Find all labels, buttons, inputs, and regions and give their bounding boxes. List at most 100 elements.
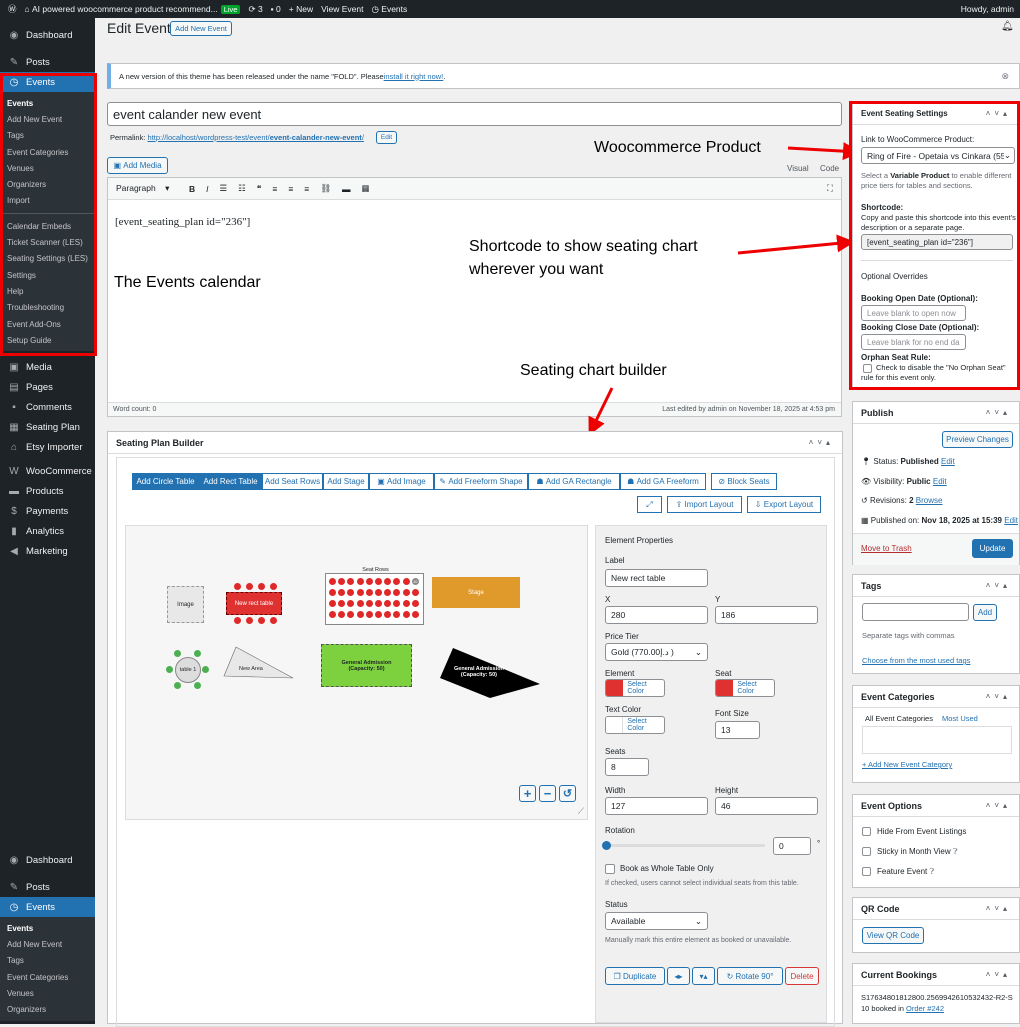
add-new-event-button[interactable]: Add New Event bbox=[170, 21, 232, 36]
edit-status-link[interactable]: Edit bbox=[941, 457, 955, 466]
order-link[interactable]: Order #242 bbox=[906, 1004, 944, 1013]
add-ga-rectangle-button[interactable]: ☗ Add GA Rectangle bbox=[528, 473, 620, 490]
menu-seating-plan[interactable]: ▦ Seating Plan bbox=[0, 417, 95, 437]
menu-pages[interactable]: ▤ Pages bbox=[0, 377, 95, 397]
submenu-item[interactable]: Seating Settings (LES) bbox=[0, 251, 95, 267]
menu-marketing[interactable]: ◀ Marketing bbox=[0, 541, 95, 561]
menu-woocommerce[interactable]: W WooCommerce bbox=[0, 461, 95, 481]
add-category-link[interactable]: + Add New Event Category bbox=[862, 760, 952, 769]
menu-analytics[interactable]: ▮ Analytics bbox=[0, 521, 95, 541]
sticky-checkbox[interactable] bbox=[862, 847, 871, 856]
notification-bell-icon[interactable]: 🔔︎ bbox=[1001, 21, 1014, 32]
add-seat-rows-button[interactable]: Add Seat Rows bbox=[262, 473, 323, 490]
edit-visibility-link[interactable]: Edit bbox=[933, 477, 947, 486]
import-layout-button[interactable]: ⇪ Import Layout bbox=[667, 496, 742, 513]
wordpress-logo-icon[interactable]: Ⓦ bbox=[8, 3, 17, 15]
help-icon[interactable]: ❓︎ bbox=[953, 847, 958, 856]
submenu-item[interactable]: Settings bbox=[0, 267, 95, 283]
submenu-item[interactable]: Add New Event bbox=[0, 936, 95, 952]
bold-icon[interactable]: B bbox=[189, 184, 195, 194]
feature-checkbox[interactable] bbox=[862, 867, 871, 876]
panel-arrows-icon[interactable]: ˄˅▴ bbox=[986, 904, 1011, 913]
submenu-item[interactable]: Event Add-Ons bbox=[0, 316, 95, 332]
comments-link[interactable]: ▪ 0 bbox=[271, 4, 281, 14]
product-select[interactable]: Ring of Fire - Opetaia vs Cinkara (55 ⌄ bbox=[861, 147, 1015, 164]
submenu-item[interactable]: Add New Event bbox=[0, 111, 95, 127]
slider-thumb[interactable] bbox=[602, 841, 611, 850]
add-ga-freeform-button[interactable]: ☗ Add GA Freeform bbox=[620, 473, 706, 490]
submenu-item[interactable]: Event Categories bbox=[0, 969, 95, 985]
y-input[interactable]: 186 bbox=[715, 606, 818, 624]
status-select[interactable]: Available ⌄ bbox=[605, 912, 708, 930]
close-date-input[interactable]: Leave blank for no end da bbox=[861, 334, 966, 350]
submenu-item[interactable]: Troubleshooting bbox=[0, 300, 95, 316]
delete-button[interactable]: Delete bbox=[785, 967, 819, 985]
panel-arrows-icon[interactable]: ˄˅▴ bbox=[986, 801, 1011, 810]
menu-comments[interactable]: ▪ Comments bbox=[0, 397, 95, 417]
submenu-item[interactable]: Help bbox=[0, 283, 95, 299]
panel-arrows-icon[interactable]: ˄˅▴ bbox=[986, 581, 1011, 590]
site-name-link[interactable]: ⌂ AI powered woocommerce product recomme… bbox=[25, 4, 241, 14]
seating-canvas[interactable]: Image New rect table Seat Rows 10 Stage … bbox=[125, 525, 588, 820]
menu-posts-duplicate[interactable]: ✎ Posts bbox=[0, 877, 95, 897]
howdy-link[interactable]: Howdy, admin bbox=[961, 4, 1014, 14]
flip-vertical-button[interactable]: ▾▴ bbox=[692, 967, 715, 985]
panel-arrows-icon[interactable]: ˄˅▴ bbox=[986, 109, 1011, 118]
reset-view-button[interactable]: ↺ bbox=[559, 785, 576, 802]
menu-dashboard-duplicate[interactable]: ◉ Dashboard bbox=[0, 850, 95, 870]
menu-payments[interactable]: $ Payments bbox=[0, 501, 95, 521]
label-input[interactable]: New rect table bbox=[605, 569, 708, 587]
panel-arrows-icon[interactable]: ˄˅▴ bbox=[809, 438, 834, 447]
permalink-edit-button[interactable]: Edit bbox=[376, 131, 397, 144]
font-size-input[interactable]: 13 bbox=[715, 721, 760, 739]
panel-arrows-icon[interactable]: ˄˅▴ bbox=[986, 970, 1011, 979]
submenu-item[interactable]: Event Categories bbox=[0, 144, 95, 160]
menu-events-duplicate[interactable]: ◷ Events bbox=[0, 897, 95, 917]
submenu-item[interactable]: Events bbox=[0, 95, 95, 111]
submenu-item[interactable]: Ticket Scanner (LES) bbox=[0, 234, 95, 250]
submenu-item[interactable]: Organizers bbox=[0, 1001, 95, 1017]
submenu-item[interactable]: Import bbox=[0, 193, 95, 209]
menu-products[interactable]: ▬ Products bbox=[0, 481, 95, 501]
text-color-picker[interactable]: Select Color bbox=[605, 716, 665, 734]
width-input[interactable]: 127 bbox=[605, 797, 708, 815]
italic-icon[interactable]: I bbox=[206, 184, 208, 194]
rotate-90-button[interactable]: ↻ Rotate 90° bbox=[717, 967, 783, 985]
add-rect-table-button[interactable]: Add Rect Table bbox=[199, 473, 262, 490]
add-freeform-shape-button[interactable]: ✎ Add Freeform Shape bbox=[434, 473, 528, 490]
add-stage-button[interactable]: Add Stage bbox=[323, 473, 369, 490]
toolbar-toggle-icon[interactable]: ▦ bbox=[362, 183, 370, 194]
events-bar-link[interactable]: ◷ Events bbox=[372, 4, 408, 15]
hide-checkbox[interactable] bbox=[862, 827, 871, 836]
tab-code[interactable]: Code bbox=[820, 164, 839, 173]
open-date-input[interactable]: Leave blank to open now bbox=[861, 305, 966, 321]
browse-revisions-link[interactable]: Browse bbox=[916, 496, 943, 505]
resize-handle-icon[interactable]: ⟋ bbox=[578, 806, 584, 817]
menu-etsy-importer[interactable]: ⌂ Etsy Importer bbox=[0, 437, 95, 457]
new-link[interactable]: + New bbox=[289, 4, 313, 14]
tab-visual[interactable]: Visual bbox=[787, 164, 809, 173]
align-right-icon[interactable]: ≡ bbox=[304, 184, 309, 194]
link-icon[interactable]: ⛓ bbox=[320, 183, 331, 194]
install-link[interactable]: install it right now! bbox=[384, 72, 444, 81]
preview-changes-button[interactable]: Preview Changes bbox=[942, 431, 1013, 448]
rotation-input[interactable]: 0 bbox=[773, 837, 811, 855]
submenu-item[interactable]: Tags bbox=[0, 953, 95, 969]
view-event-link[interactable]: View Event bbox=[321, 4, 363, 14]
submenu-item[interactable]: Events bbox=[0, 920, 95, 936]
format-select[interactable]: Paragraph ▾ bbox=[116, 183, 178, 194]
quote-icon[interactable]: ❝ bbox=[257, 183, 262, 194]
menu-media[interactable]: ▣ Media bbox=[0, 357, 95, 377]
tag-input[interactable] bbox=[862, 603, 969, 621]
submenu-item[interactable]: Venues bbox=[0, 160, 95, 176]
add-media-button[interactable]: ▣ Add Media bbox=[107, 157, 168, 174]
post-title-input[interactable]: event calander new event bbox=[107, 102, 842, 126]
shortcode-field[interactable]: [event_seating_plan id="236"] bbox=[861, 234, 1013, 250]
more-icon[interactable]: ▬ bbox=[342, 184, 351, 194]
seat-color-picker[interactable]: Select Color bbox=[715, 679, 775, 697]
fullscreen-icon[interactable]: ⛶ bbox=[827, 183, 833, 194]
submenu-item[interactable]: Organizers bbox=[0, 176, 95, 192]
view-qr-code-button[interactable]: View QR Code bbox=[862, 927, 924, 944]
menu-dashboard[interactable]: ◉ Dashboard bbox=[0, 25, 95, 45]
price-tier-select[interactable]: Gold (770.00ﺩ.ﺇ ) ⌄ bbox=[605, 643, 708, 661]
